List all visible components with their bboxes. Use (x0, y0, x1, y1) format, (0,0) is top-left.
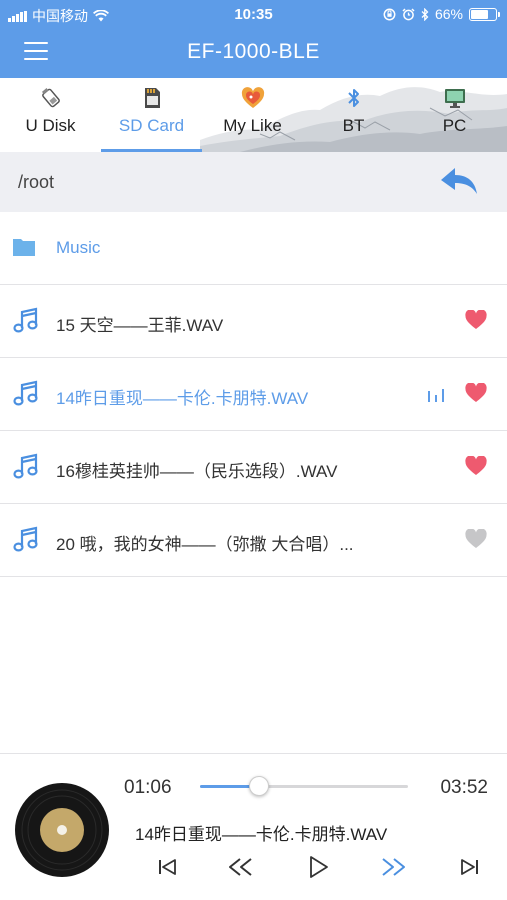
folder-icon (13, 239, 35, 256)
folder-name: Music (56, 238, 101, 257)
bluetooth-status-icon (421, 7, 429, 21)
favorite-heart-icon[interactable] (465, 310, 487, 330)
bluetooth-icon (347, 89, 359, 107)
now-playing-title: 14昨日重现——卡伦.卡朋特.WAV (135, 825, 388, 844)
song-title: 15 天空——王菲.WAV (56, 316, 224, 335)
fast-forward-icon[interactable] (379, 852, 409, 882)
battery-level (471, 9, 489, 19)
sd-card-icon (144, 88, 160, 108)
song-row[interactable]: 16穆桂英挂帅——（民乐选段）.WAV (0, 431, 507, 504)
song-title: 14昨日重现——卡伦.卡朋特.WAV (56, 389, 309, 408)
file-list: Music 15 天空——王菲.WAV 14昨日重现——卡伦.卡朋特.WAV 1… (0, 212, 507, 577)
tab-label: SD Card (118, 116, 185, 135)
source-tabs: U Disk SD Card My Like BT PC (0, 78, 507, 152)
favorite-heart-icon[interactable] (465, 456, 487, 476)
song-title: 20 哦，我的女神——（弥撒 大合唱）... (56, 535, 354, 554)
tab-label: U Disk (25, 116, 76, 135)
mini-player: 01:06 03:52 14昨日重现——卡伦.卡朋特.WAV (0, 753, 507, 900)
tab-bt[interactable]: BT (303, 78, 404, 152)
monitor-icon (444, 89, 465, 108)
now-playing-equalizer-icon (428, 389, 444, 402)
battery-icon (469, 7, 500, 21)
play-icon[interactable] (303, 852, 333, 882)
song-title: 16穆桂英挂帅——（民乐选段）.WAV (56, 462, 338, 481)
song-row[interactable]: 15 天空——王菲.WAV (0, 285, 507, 358)
tab-my-like[interactable]: My Like (202, 78, 303, 152)
previous-track-icon[interactable] (152, 852, 182, 882)
orientation-lock-icon (383, 8, 396, 20)
song-row[interactable]: 14昨日重现——卡伦.卡朋特.WAV (0, 358, 507, 431)
heart-badge-icon (241, 87, 264, 108)
alarm-icon (402, 7, 415, 20)
progress-slider[interactable] (200, 776, 408, 796)
music-note-icon (13, 453, 38, 479)
rewind-icon[interactable] (225, 852, 255, 882)
back-arrow-icon[interactable] (439, 166, 479, 198)
favorite-heart-icon[interactable] (465, 383, 487, 403)
music-note-icon (13, 380, 38, 406)
song-row[interactable]: 20 哦，我的女神——（弥撒 大合唱）... (0, 504, 507, 577)
tab-label: BT (342, 116, 365, 135)
status-bar: 中国移动 10:35 66% (0, 0, 507, 28)
favorite-heart-icon[interactable] (465, 529, 487, 549)
path-bar: /root (0, 152, 507, 212)
progress-thumb[interactable] (249, 776, 270, 796)
folder-row-music[interactable]: Music (0, 212, 507, 285)
next-track-icon[interactable] (455, 852, 485, 882)
current-time: 01:06 (124, 777, 172, 798)
tab-label: My Like (223, 116, 282, 135)
vinyl-disc-icon (15, 783, 109, 877)
tab-label: PC (442, 116, 467, 135)
app-title: EF-1000-BLE (187, 40, 320, 63)
status-right: 66% (383, 6, 500, 22)
battery-percent: 66% (434, 6, 463, 22)
app-header: EF-1000-BLE (0, 28, 507, 78)
current-path: /root (18, 172, 55, 192)
music-note-icon (13, 307, 38, 333)
total-time: 03:52 (440, 777, 488, 798)
tab-pc[interactable]: PC (404, 78, 505, 152)
tab-sd-card[interactable]: SD Card (101, 78, 202, 152)
tab-u-disk[interactable]: U Disk (0, 78, 101, 152)
music-note-icon (13, 526, 38, 552)
usb-drive-icon (41, 88, 60, 108)
